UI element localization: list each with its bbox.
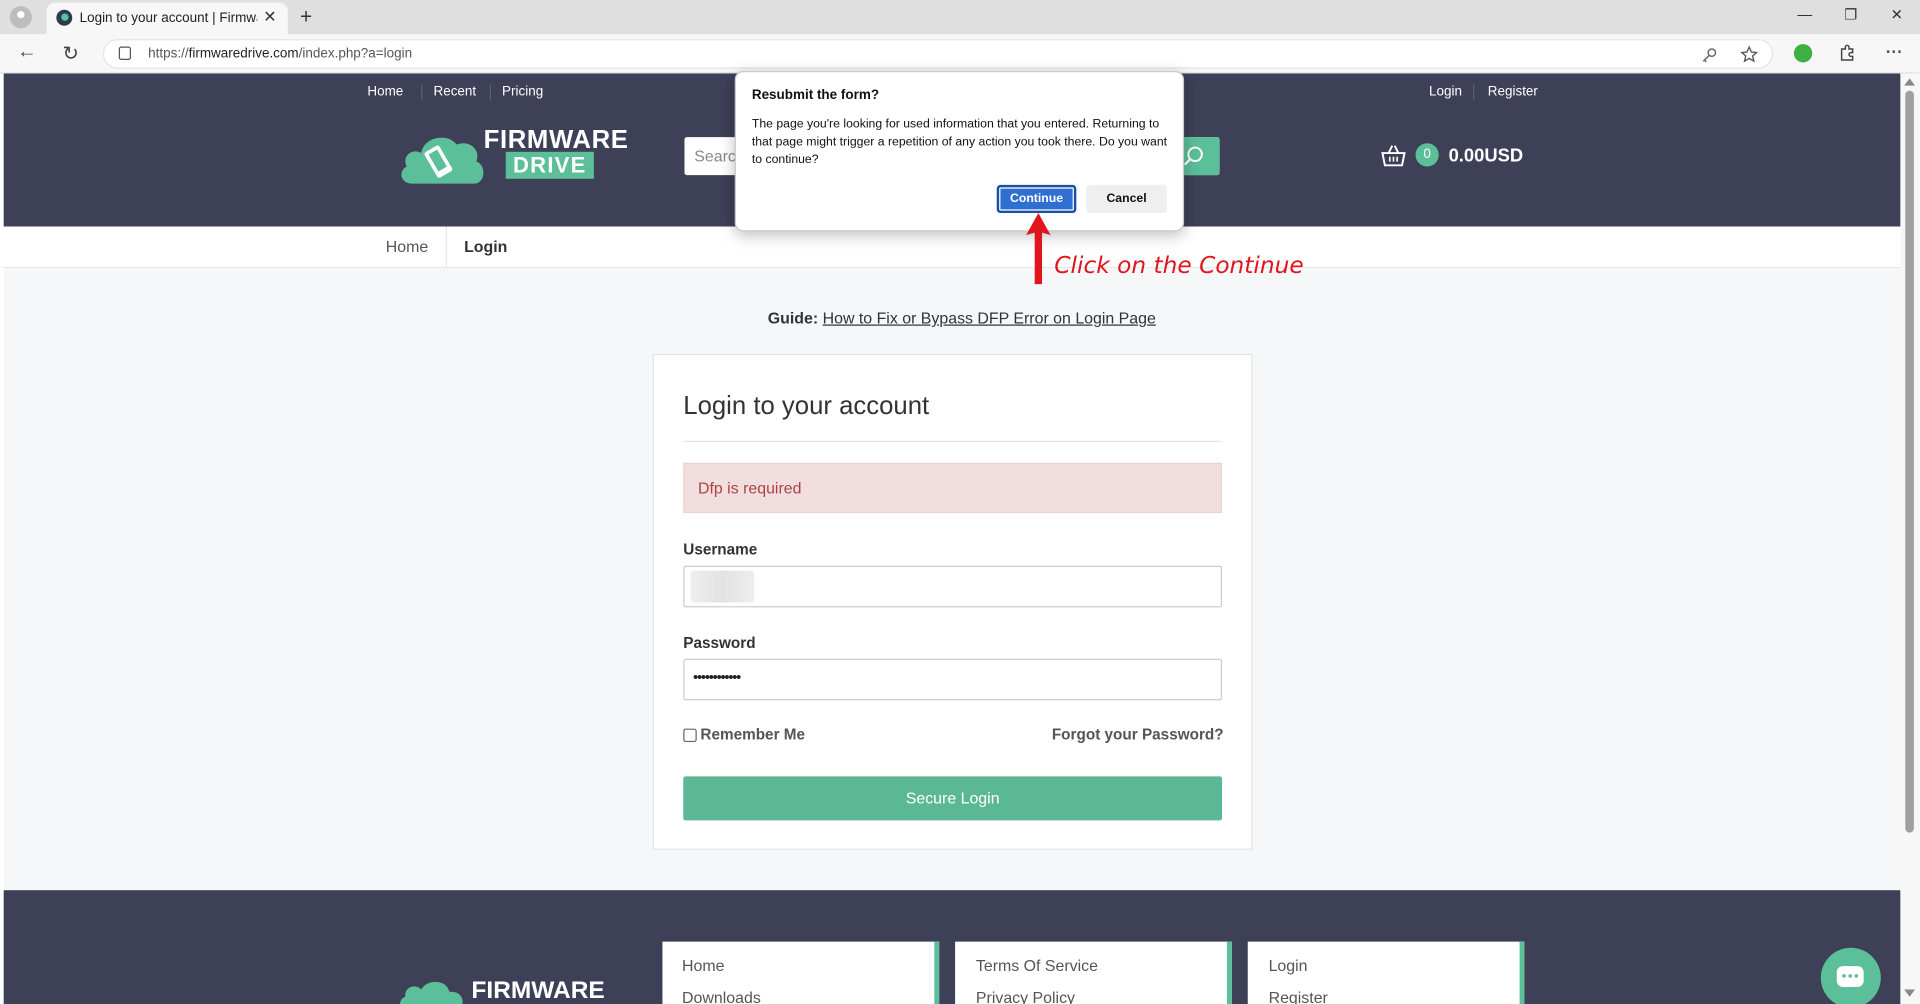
top-nav-login[interactable]: Login — [1429, 84, 1462, 99]
breadcrumb-current: Login — [464, 237, 508, 256]
password-label: Password — [683, 634, 756, 652]
error-alert-text: Dfp is required — [697, 478, 802, 498]
shopping-basket-icon[interactable] — [1381, 144, 1406, 167]
annotation-text: Click on the Continue — [1054, 252, 1304, 280]
breadcrumb — [3, 226, 1901, 269]
username-value-blurred — [690, 570, 755, 603]
browser-tab[interactable]: Login to your account | Firmware ✕ — [46, 2, 288, 35]
profile-icon[interactable] — [9, 6, 32, 29]
scroll-up-arrow-icon[interactable] — [1904, 78, 1916, 86]
scroll-down-arrow-icon[interactable] — [1904, 989, 1916, 997]
login-title: Login to your account — [683, 391, 930, 421]
dialog-title: Resubmit the form? — [751, 88, 880, 103]
window-close-button[interactable]: ✕ — [1891, 6, 1903, 23]
nav-divider — [1473, 84, 1475, 101]
top-nav-register[interactable]: Register — [1488, 84, 1538, 99]
top-nav-recent[interactable]: Recent — [433, 84, 476, 99]
scrollbar-thumb[interactable] — [1905, 90, 1914, 833]
browser-tab-strip — [0, 0, 1920, 35]
nav-divider — [421, 84, 423, 101]
top-nav-pricing[interactable]: Pricing — [502, 84, 543, 99]
cart-count-badge[interactable]: 0 — [1415, 143, 1439, 167]
url-text: https://firmwaredrive.com/index.php?a=lo… — [148, 46, 413, 62]
guide-line: Guide: How to Fix or Bypass DFP Error on… — [768, 309, 1156, 327]
breadcrumb-divider — [445, 226, 447, 269]
divider — [683, 440, 1223, 443]
extension-icon[interactable] — [1793, 44, 1813, 63]
footer-link-register[interactable]: Register — [1269, 988, 1328, 1004]
remember-me-label[interactable]: Remember Me — [700, 726, 805, 743]
key-icon[interactable] — [1701, 47, 1718, 64]
username-field[interactable] — [683, 565, 1223, 608]
nav-divider — [489, 84, 492, 101]
red-arrow-annotation-icon — [1026, 213, 1051, 285]
guide-label: Guide: — [767, 308, 819, 327]
restore-button[interactable]: ❐ — [1844, 6, 1857, 23]
secure-login-button[interactable]: Secure Login — [683, 776, 1223, 821]
top-nav-home[interactable]: Home — [367, 84, 403, 99]
logo-text-drive[interactable]: DRIVE — [505, 151, 594, 179]
tab-title: Login to your account | Firmware — [79, 11, 258, 26]
dialog-message: The page you're looking for used informa… — [751, 117, 1168, 167]
continue-button[interactable]: Continue — [996, 184, 1077, 214]
reload-icon[interactable]: ↻ — [62, 42, 78, 66]
footer-link-login[interactable]: Login — [1269, 956, 1308, 974]
puzzle-icon[interactable] — [1838, 44, 1856, 62]
search-icon — [1183, 146, 1203, 166]
lock-icon[interactable] — [118, 46, 132, 61]
cart-total[interactable]: 0.00USD — [1449, 146, 1524, 167]
minimize-button[interactable]: — — [1798, 6, 1813, 23]
back-icon[interactable]: ← — [17, 42, 37, 64]
footer-link-home[interactable]: Home — [682, 956, 724, 974]
guide-link[interactable]: How to Fix or Bypass DFP Error on Login … — [823, 309, 1156, 327]
footer-link-terms[interactable]: Terms Of Service — [976, 956, 1098, 974]
more-icon[interactable]: ··· — [1886, 42, 1903, 62]
cancel-button[interactable]: Cancel — [1086, 184, 1167, 214]
address-bar[interactable]: https://firmwaredrive.com/index.php?a=lo… — [102, 39, 1774, 69]
username-label: Username — [683, 541, 758, 559]
star-icon[interactable] — [1740, 45, 1759, 63]
tab-close-icon[interactable]: ✕ — [263, 7, 276, 27]
chat-bubble-icon — [1836, 966, 1864, 987]
forgot-password-link[interactable]: Forgot your Password? — [1052, 726, 1224, 743]
site-favicon-icon — [56, 9, 73, 26]
new-tab-button[interactable]: + — [300, 5, 312, 29]
footer-link-privacy[interactable]: Privacy Policy — [976, 988, 1075, 1004]
password-value: •••••••••••• — [693, 668, 741, 686]
password-field[interactable] — [683, 658, 1223, 701]
footer-logo-text[interactable]: FIRMWARE — [471, 977, 604, 1004]
logo-cloud-icon[interactable] — [398, 127, 486, 186]
footer-logo-cloud-icon[interactable] — [398, 980, 465, 1004]
footer-link-downloads[interactable]: Downloads — [682, 988, 761, 1004]
remember-me-checkbox[interactable] — [683, 728, 697, 743]
breadcrumb-home[interactable]: Home — [386, 238, 428, 256]
site-footer — [3, 890, 1901, 1004]
